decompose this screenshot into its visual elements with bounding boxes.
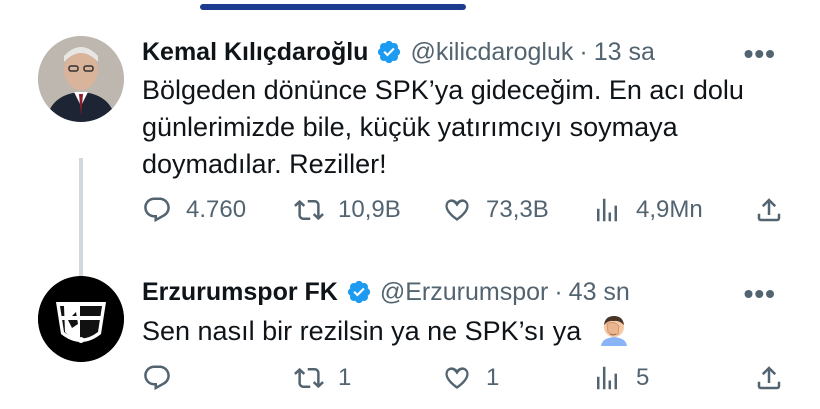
author-handle[interactable]: @Erzurumspor (380, 278, 548, 307)
face-palm-emoji (600, 316, 627, 346)
retweet-button[interactable]: 10,9B (294, 192, 401, 228)
tweet-text-content: Sen nasıl bir rezilsin ya ne SPK’sı ya (142, 316, 582, 346)
action-bar: 1 1 5 (142, 360, 802, 396)
reply-count: 4.760 (186, 196, 247, 223)
views-icon (597, 366, 617, 390)
author-name[interactable]: Erzurumspor FK (142, 278, 338, 307)
like-count: 73,3B (486, 196, 549, 223)
separator: · (579, 37, 588, 66)
retweet-count: 10,9B (338, 196, 401, 223)
like-count: 1 (486, 364, 500, 391)
retweet-icon (294, 199, 324, 221)
share-icon (757, 198, 781, 222)
scroll-indicator (200, 4, 466, 10)
author-name[interactable]: Kemal Kılıçdaroğlu (142, 38, 368, 67)
action-bar: 4.760 10,9B 73,3B 4,9Mn (142, 192, 802, 228)
like-icon (445, 199, 469, 221)
avatar[interactable] (38, 276, 124, 362)
share-button[interactable] (754, 360, 798, 396)
reply-button[interactable] (142, 360, 186, 396)
tweet-header: Kemal Kılıçdaroğlu @kilicdarogluk · 13 s… (142, 36, 655, 68)
more-icon[interactable]: ••• (744, 38, 776, 70)
reply-button[interactable]: 4.760 (142, 192, 246, 228)
retweet-icon (294, 367, 324, 389)
views-count: 4,9Mn (636, 196, 703, 223)
author-handle[interactable]: @kilicdarogluk (410, 38, 573, 67)
tweet-text: Bölgeden dönünce SPK’ya gideceğim. En ac… (142, 75, 744, 179)
reply-icon (144, 365, 170, 391)
like-icon (445, 367, 469, 389)
thread-line (79, 158, 83, 280)
share-icon (757, 366, 781, 390)
timestamp[interactable]: 43 sn (569, 278, 630, 307)
verified-badge-icon (378, 40, 401, 64)
share-button[interactable] (754, 192, 798, 228)
avatar[interactable] (38, 36, 124, 122)
verified-badge-icon (347, 280, 370, 304)
timestamp[interactable]: 13 sa (594, 38, 655, 67)
tweet-header: Erzurumspor FK @Erzurumspor · 43 sn (142, 276, 630, 308)
views-icon (597, 198, 617, 222)
separator: · (554, 277, 563, 306)
like-button[interactable]: 73,3B (442, 192, 549, 228)
more-icon[interactable]: ••• (744, 278, 776, 310)
tweet-text: Sen nasıl bir rezilsin ya ne SPK’sı ya (142, 312, 802, 350)
retweet-count: 1 (338, 364, 352, 391)
reply-icon (144, 197, 170, 223)
like-button[interactable]: 1 (442, 360, 499, 396)
retweet-button[interactable]: 1 (294, 360, 351, 396)
views-button[interactable]: 4,9Mn (592, 192, 703, 228)
views-button[interactable]: 5 (592, 360, 649, 396)
views-count: 5 (636, 364, 650, 391)
